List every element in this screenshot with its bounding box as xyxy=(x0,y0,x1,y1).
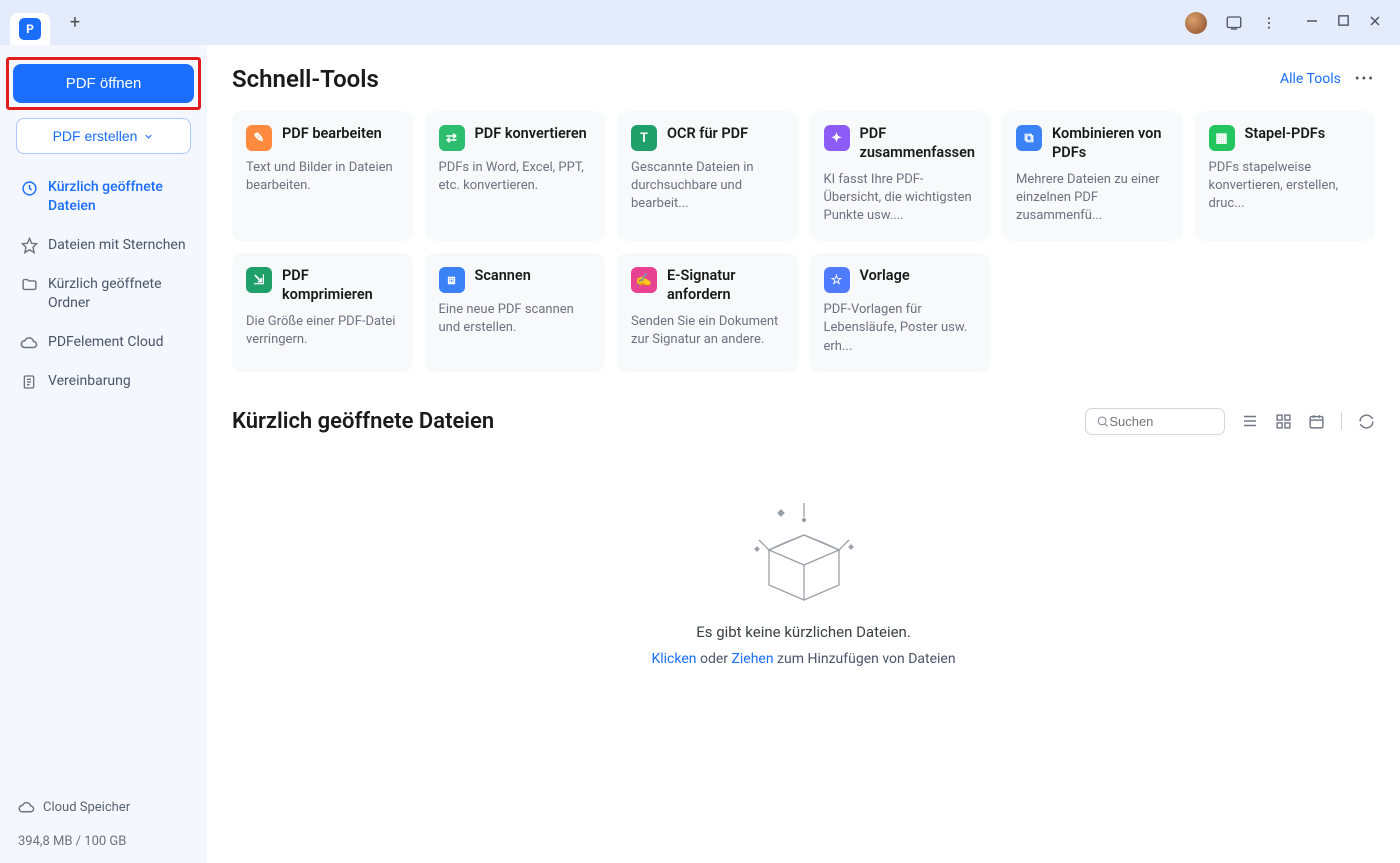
close-button[interactable] xyxy=(1368,14,1382,32)
tool-title: Vorlage xyxy=(860,267,910,286)
convert-icon: ⇄ xyxy=(439,125,465,151)
scan-icon: ⧈ xyxy=(439,267,465,293)
all-tools-link[interactable]: Alle Tools xyxy=(1280,71,1341,87)
tool-desc: PDFs stapelweise konvertieren, erstellen… xyxy=(1209,159,1362,214)
tool-title: E-Signatur anfordern xyxy=(667,267,784,305)
tool-title: OCR für PDF xyxy=(667,125,748,144)
refresh-icon[interactable] xyxy=(1358,413,1375,430)
tool-desc: PDFs in Word, Excel, PPT, etc. konvertie… xyxy=(439,159,592,195)
main-content: Schnell-Tools Alle Tools ••• ✎ PDF bearb… xyxy=(207,45,1400,863)
sidebar-item-label: Kürzlich geöffnete Dateien xyxy=(48,178,187,216)
open-pdf-button[interactable]: PDF öffnen xyxy=(13,64,194,103)
tool-summarize[interactable]: ✦ PDF zusammenfassen KI fasst Ihre PDF-Ü… xyxy=(810,111,991,241)
cloud-storage-label: Cloud Speicher xyxy=(43,800,130,815)
titlebar-right xyxy=(1185,12,1390,34)
sidebar-item-agreement[interactable]: Vereinbarung xyxy=(10,362,197,401)
document-icon xyxy=(20,373,38,391)
divider xyxy=(1341,412,1342,430)
minimize-button[interactable] xyxy=(1305,14,1319,32)
tool-desc: Mehrere Dateien zu einer einzelnen PDF z… xyxy=(1016,171,1169,226)
folder-icon xyxy=(20,276,38,294)
esign-icon: ✍ xyxy=(631,267,657,293)
tool-ocr[interactable]: T OCR für PDF Gescannte Dateien in durch… xyxy=(617,111,798,241)
sidebar-item-label: PDFelement Cloud xyxy=(48,333,163,352)
new-tab-button[interactable]: + xyxy=(60,8,90,38)
cloud-storage-link[interactable]: Cloud Speicher xyxy=(18,799,189,816)
tool-combine[interactable]: ⧉ Kombinieren von PDFs Mehrere Dateien z… xyxy=(1002,111,1183,241)
kebab-menu-icon[interactable] xyxy=(1261,15,1277,31)
empty-state: Es gibt keine kürzlichen Dateien. Klicke… xyxy=(232,465,1375,667)
active-tab[interactable]: P xyxy=(10,13,50,45)
tool-template[interactable]: ☆ Vorlage PDF-Vorlagen für Lebensläufe, … xyxy=(810,253,991,372)
grid-view-icon[interactable] xyxy=(1275,413,1292,430)
empty-main-text: Es gibt keine kürzlichen Dateien. xyxy=(696,623,911,641)
sidebar-item-label: Vereinbarung xyxy=(48,372,131,391)
sidebar-item-recent-files[interactable]: Kürzlich geöffnete Dateien xyxy=(10,168,197,226)
tool-compress[interactable]: ⇲ PDF komprimieren Die Größe einer PDF-D… xyxy=(232,253,413,372)
sidebar-item-label: Kürzlich geöffnete Ordner xyxy=(48,275,187,313)
tool-title: Stapel-PDFs xyxy=(1245,125,1326,144)
drag-link[interactable]: Ziehen xyxy=(731,651,773,667)
sidebar-item-starred[interactable]: Dateien mit Sternchen xyxy=(10,226,197,265)
tool-title: PDF komprimieren xyxy=(282,267,399,305)
tool-title: PDF konvertieren xyxy=(475,125,587,144)
tool-convert-pdf[interactable]: ⇄ PDF konvertieren PDFs in Word, Excel, … xyxy=(425,111,606,241)
create-pdf-label: PDF erstellen xyxy=(53,128,138,144)
maximize-button[interactable] xyxy=(1337,14,1350,32)
tool-title: PDF bearbeiten xyxy=(282,125,382,144)
compress-icon: ⇲ xyxy=(246,267,272,293)
open-pdf-highlight: PDF öffnen xyxy=(6,57,201,110)
sidebar-footer: Cloud Speicher 394,8 MB / 100 GB xyxy=(0,789,207,863)
tool-title: Kombinieren von PDFs xyxy=(1052,125,1169,163)
sidebar-item-recent-folders[interactable]: Kürzlich geöffnete Ordner xyxy=(10,265,197,323)
search-box[interactable] xyxy=(1085,408,1225,435)
batch-icon: ▦ xyxy=(1209,125,1235,151)
clock-icon xyxy=(20,179,38,197)
tool-desc: Gescannte Dateien in durchsuchbare und b… xyxy=(631,159,784,214)
tool-desc: Senden Sie ein Dokument zur Signatur an … xyxy=(631,313,784,349)
tool-desc: Eine neue PDF scannen und erstellen. xyxy=(439,301,592,337)
tool-esign[interactable]: ✍ E-Signatur anfordern Senden Sie ein Do… xyxy=(617,253,798,372)
chevron-down-icon xyxy=(143,131,154,142)
click-link[interactable]: Klicken xyxy=(651,651,696,667)
avatar[interactable] xyxy=(1185,12,1207,34)
recent-files-title: Kürzlich geöffnete Dateien xyxy=(232,409,494,434)
summarize-icon: ✦ xyxy=(824,125,850,151)
calendar-icon[interactable] xyxy=(1308,413,1325,430)
sidebar: PDF öffnen PDF erstellen Kürzlich geöffn… xyxy=(0,45,207,863)
tool-desc: PDF-Vorlagen für Lebensläufe, Poster usw… xyxy=(824,301,977,356)
quick-tools-title: Schnell-Tools xyxy=(232,65,379,93)
storage-usage: 394,8 MB / 100 GB xyxy=(18,834,189,849)
app-logo-icon: P xyxy=(19,18,41,40)
template-icon: ☆ xyxy=(824,267,850,293)
ocr-icon: T xyxy=(631,125,657,151)
titlebar: P + xyxy=(0,0,1400,45)
tool-title: PDF zusammenfassen xyxy=(860,125,977,163)
tool-scan[interactable]: ⧈ Scannen Eine neue PDF scannen und erst… xyxy=(425,253,606,372)
sidebar-item-cloud[interactable]: PDFelement Cloud xyxy=(10,323,197,362)
empty-sub-text: Klicken oder Ziehen zum Hinzufügen von D… xyxy=(651,651,955,667)
search-icon xyxy=(1096,414,1109,429)
recent-toolbar xyxy=(1085,408,1375,435)
tool-desc: KI fasst Ihre PDF-Übersicht, die wichtig… xyxy=(824,171,977,226)
tool-desc: Die Größe einer PDF-Datei verringern. xyxy=(246,313,399,349)
feedback-icon[interactable] xyxy=(1225,14,1243,32)
combine-icon: ⧉ xyxy=(1016,125,1042,151)
tool-edit-pdf[interactable]: ✎ PDF bearbeiten Text und Bilder in Date… xyxy=(232,111,413,241)
cloud-icon xyxy=(18,799,35,816)
cloud-icon xyxy=(20,334,38,352)
tool-title: Scannen xyxy=(475,267,531,286)
empty-box-icon xyxy=(739,495,869,605)
search-input[interactable] xyxy=(1109,414,1214,429)
edit-icon: ✎ xyxy=(246,125,272,151)
create-pdf-button[interactable]: PDF erstellen xyxy=(16,118,191,154)
tools-grid: ✎ PDF bearbeiten Text und Bilder in Date… xyxy=(232,111,1375,372)
tool-desc: Text und Bilder in Dateien bearbeiten. xyxy=(246,159,399,195)
sidebar-item-label: Dateien mit Sternchen xyxy=(48,236,186,255)
tool-batch[interactable]: ▦ Stapel-PDFs PDFs stapelweise konvertie… xyxy=(1195,111,1376,241)
more-tools-icon[interactable]: ••• xyxy=(1355,71,1375,87)
star-icon xyxy=(20,237,38,255)
list-view-icon[interactable] xyxy=(1241,412,1259,430)
